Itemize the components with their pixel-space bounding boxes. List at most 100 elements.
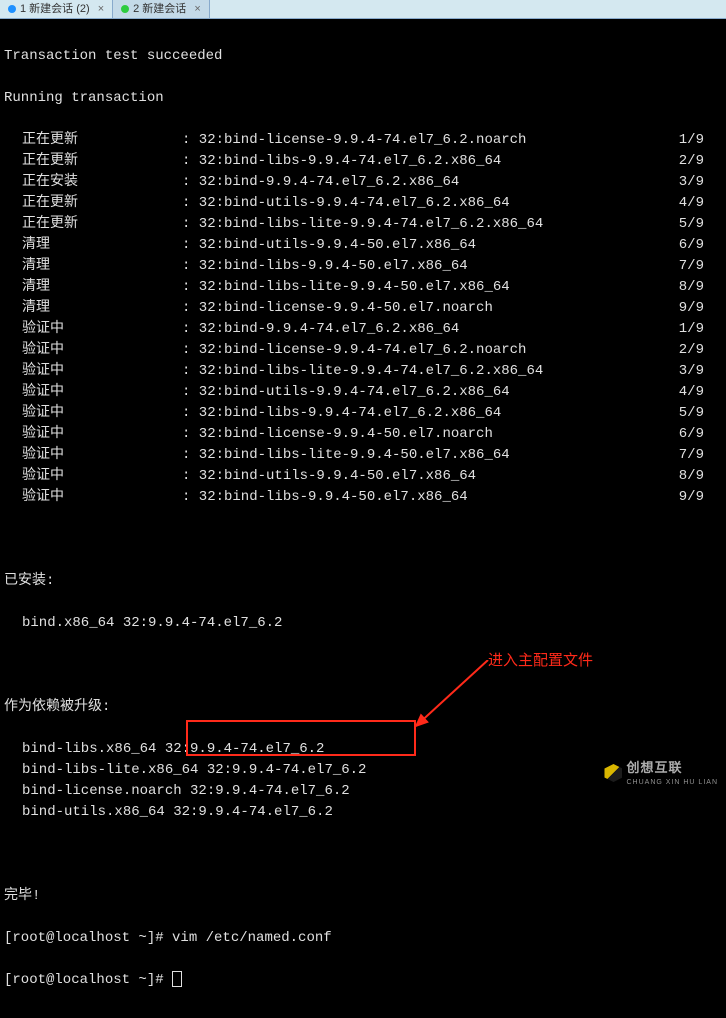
terminal-output[interactable]: Transaction test succeeded Running trans… [0,19,726,1018]
blank-line [4,529,722,550]
transaction-row: 正在安装: 32:bind-9.9.4-74.el7_6.2.x86_643/9 [4,172,722,193]
output-line: Running transaction [4,88,722,109]
row-package: : 32:bind-utils-9.9.4-74.el7_6.2.x86_64 [182,382,654,403]
tab-label: 2 新建会话 [133,1,186,18]
transaction-row: 正在更新: 32:bind-license-9.9.4-74.el7_6.2.n… [4,130,722,151]
transaction-row: 验证中: 32:bind-license-9.9.4-50.el7.noarch… [4,424,722,445]
row-package: : 32:bind-utils-9.9.4-74.el7_6.2.x86_64 [182,193,654,214]
row-package: : 32:bind-9.9.4-74.el7_6.2.x86_64 [182,172,654,193]
row-progress: 4/9 [654,382,722,403]
row-progress: 2/9 [654,340,722,361]
row-action: 正在更新 [4,214,182,235]
row-package: : 32:bind-license-9.9.4-50.el7.noarch [182,424,654,445]
row-package: : 32:bind-license-9.9.4-74.el7_6.2.noarc… [182,130,654,151]
row-progress: 8/9 [654,466,722,487]
row-package: : 32:bind-libs-lite-9.9.4-50.el7.x86_64 [182,445,654,466]
row-action: 正在安装 [4,172,182,193]
row-action: 清理 [4,256,182,277]
close-icon[interactable]: × [98,1,104,18]
row-progress: 3/9 [654,361,722,382]
close-icon[interactable]: × [194,1,200,18]
row-package: : 32:bind-libs-9.9.4-74.el7_6.2.x86_64 [182,403,654,424]
transaction-row: 正在更新: 32:bind-libs-lite-9.9.4-74.el7_6.2… [4,214,722,235]
output-line: bind-libs.x86_64 32:9.9.4-74.el7_6.2 [4,739,722,760]
row-action: 正在更新 [4,130,182,151]
transaction-row: 验证中: 32:bind-libs-9.9.4-50.el7.x86_649/9 [4,487,722,508]
row-progress: 6/9 [654,424,722,445]
section-header: 已安装: [4,571,722,592]
prompt-line[interactable]: [root@localhost ~]# [4,970,722,991]
row-progress: 1/9 [654,130,722,151]
row-progress: 2/9 [654,151,722,172]
row-package: : 32:bind-license-9.9.4-50.el7.noarch [182,298,654,319]
status-dot-icon [121,5,129,13]
row-action: 验证中 [4,487,182,508]
row-package: : 32:bind-utils-9.9.4-50.el7.x86_64 [182,466,654,487]
transaction-row: 验证中: 32:bind-libs-9.9.4-74.el7_6.2.x86_6… [4,403,722,424]
transaction-row: 验证中: 32:bind-libs-lite-9.9.4-50.el7.x86_… [4,445,722,466]
row-package: : 32:bind-libs-lite-9.9.4-74.el7_6.2.x86… [182,214,654,235]
transaction-row: 验证中: 32:bind-license-9.9.4-74.el7_6.2.no… [4,340,722,361]
transaction-row: 正在更新: 32:bind-libs-9.9.4-74.el7_6.2.x86_… [4,151,722,172]
blank-line [4,844,722,865]
tab-bar: 1 新建会话 (2) × 2 新建会话 × [0,0,726,19]
row-package: : 32:bind-libs-9.9.4-50.el7.x86_64 [182,256,654,277]
row-progress: 9/9 [654,298,722,319]
watermark: 创想互联 CHUANG XIN HU LIAN [604,758,718,788]
output-line: Transaction test succeeded [4,46,722,67]
row-action: 正在更新 [4,193,182,214]
transaction-row: 清理: 32:bind-libs-9.9.4-50.el7.x86_647/9 [4,256,722,277]
row-action: 正在更新 [4,151,182,172]
row-progress: 6/9 [654,235,722,256]
row-action: 验证中 [4,445,182,466]
row-progress: 7/9 [654,256,722,277]
row-action: 验证中 [4,361,182,382]
output-line: bind.x86_64 32:9.9.4-74.el7_6.2 [4,613,722,634]
transaction-row: 清理: 32:bind-utils-9.9.4-50.el7.x86_646/9 [4,235,722,256]
row-progress: 9/9 [654,487,722,508]
tab-session-2[interactable]: 2 新建会话 × [113,0,210,18]
row-package: : 32:bind-libs-lite-9.9.4-50.el7.x86_64 [182,277,654,298]
row-progress: 1/9 [654,319,722,340]
row-action: 验证中 [4,340,182,361]
row-package: : 32:bind-libs-9.9.4-74.el7_6.2.x86_64 [182,151,654,172]
row-progress: 4/9 [654,193,722,214]
row-progress: 7/9 [654,445,722,466]
row-action: 验证中 [4,466,182,487]
prompt-line: [root@localhost ~]# vim /etc/named.conf [4,928,722,949]
row-action: 验证中 [4,424,182,445]
status-dot-icon [8,5,16,13]
row-progress: 5/9 [654,214,722,235]
watermark-sub: CHUANG XIN HU LIAN [626,778,718,789]
row-action: 清理 [4,235,182,256]
section-header: 作为依赖被升级: [4,697,722,718]
transaction-row: 验证中: 32:bind-utils-9.9.4-50.el7.x86_648/… [4,466,722,487]
row-package: : 32:bind-utils-9.9.4-50.el7.x86_64 [182,235,654,256]
transaction-row: 清理: 32:bind-libs-lite-9.9.4-50.el7.x86_6… [4,277,722,298]
watermark-main: 创想互联 [626,758,718,778]
blank-line [4,655,722,676]
row-progress: 8/9 [654,277,722,298]
row-action: 清理 [4,277,182,298]
row-package: : 32:bind-license-9.9.4-74.el7_6.2.noarc… [182,340,654,361]
row-package: : 32:bind-libs-lite-9.9.4-74.el7_6.2.x86… [182,361,654,382]
transaction-row: 验证中: 32:bind-utils-9.9.4-74.el7_6.2.x86_… [4,382,722,403]
output-line: bind-utils.x86_64 32:9.9.4-74.el7_6.2 [4,802,722,823]
output-line: 完毕! [4,886,722,907]
logo-icon [604,764,622,782]
annotation-text: 进入主配置文件 [488,650,593,673]
row-action: 清理 [4,298,182,319]
row-action: 验证中 [4,319,182,340]
transaction-row: 清理: 32:bind-license-9.9.4-50.el7.noarch9… [4,298,722,319]
row-action: 验证中 [4,403,182,424]
row-progress: 5/9 [654,403,722,424]
tab-session-1[interactable]: 1 新建会话 (2) × [0,0,113,18]
tab-label: 1 新建会话 (2) [20,1,90,18]
row-action: 验证中 [4,382,182,403]
row-package: : 32:bind-9.9.4-74.el7_6.2.x86_64 [182,319,654,340]
row-progress: 3/9 [654,172,722,193]
transaction-row: 正在更新: 32:bind-utils-9.9.4-74.el7_6.2.x86… [4,193,722,214]
cursor-icon [172,971,182,987]
transaction-row: 验证中: 32:bind-9.9.4-74.el7_6.2.x86_641/9 [4,319,722,340]
transaction-row: 验证中: 32:bind-libs-lite-9.9.4-74.el7_6.2.… [4,361,722,382]
